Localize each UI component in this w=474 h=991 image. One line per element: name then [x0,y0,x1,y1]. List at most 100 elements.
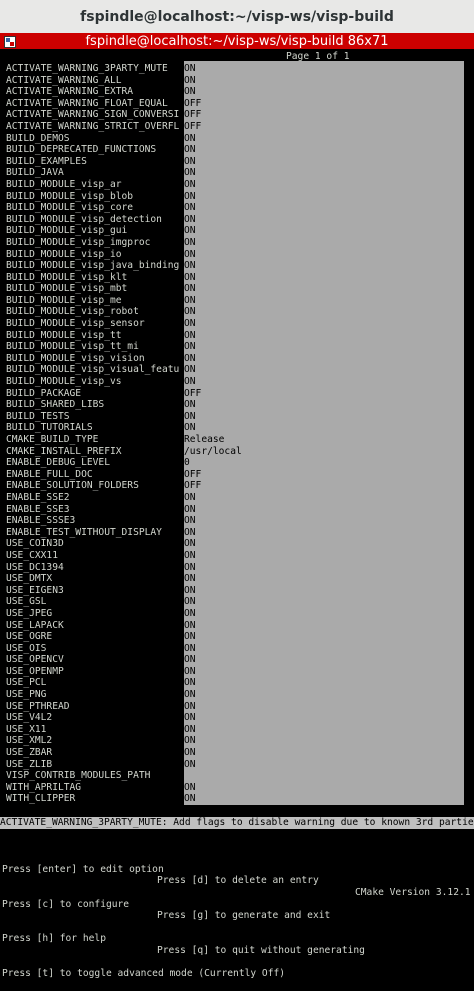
option-value[interactable]: ON [184,700,464,713]
option-value[interactable]: ON [184,225,464,237]
option-value[interactable]: Release [184,434,464,446]
option-row[interactable]: USE_GSL ON [6,596,464,608]
option-row[interactable]: USE_XML2 ON [6,735,464,748]
option-row[interactable]: ACTIVATE_WARNING_FLOAT_EQUAL OFF [6,97,464,110]
option-row[interactable]: CMAKE_INSTALL_PREFIX/usr/local [6,445,464,458]
option-row[interactable]: BUILD_MODULE_visp_tt_mi ON [6,341,464,353]
option-row[interactable]: VISP_CONTRIB_MODULES_PATH [6,770,464,782]
option-value[interactable]: ON [184,503,464,516]
option-row[interactable]: USE_EIGEN3 ON [6,584,464,597]
option-value[interactable]: ON [184,793,464,805]
option-row[interactable]: ENABLE_FULL_DOC OFF [6,468,464,481]
option-row[interactable]: WITH_APRILTAG ON [6,781,464,794]
option-value[interactable]: ON [184,689,464,701]
option-row[interactable]: USE_OGRE ON [6,631,464,643]
option-value[interactable]: ON [184,248,464,261]
option-row[interactable]: BUILD_MODULE_visp_ar ON [6,178,464,191]
option-row[interactable]: BUILD_TESTS ON [6,410,464,423]
option-row[interactable]: BUILD_MODULE_visp_me ON [6,294,464,307]
option-row[interactable]: BUILD_MODULE_visp_io ON [6,248,464,261]
terminal-icon[interactable] [4,36,16,48]
option-row[interactable]: ENABLE_SSE2 ON [6,491,464,504]
option-row[interactable]: USE_DMTX ON [6,573,464,585]
option-value[interactable]: ON [184,422,464,434]
option-row[interactable]: ACTIVATE_WARNING_EXTRA ON [6,86,464,98]
option-row[interactable]: BUILD_MODULE_visp_robot ON [6,306,464,319]
option-row[interactable]: USE_COIN3D ON [6,538,464,550]
option-value[interactable]: ON [184,376,464,388]
option-row[interactable]: USE_OIS ON [6,642,464,655]
option-value[interactable]: ON [184,260,464,272]
option-row[interactable]: ENABLE_SSSE3 ON [6,515,464,527]
option-row[interactable]: USE_V4L2 ON [6,712,464,724]
option-value[interactable]: ON [184,619,464,632]
option-value[interactable]: ON [184,155,464,168]
option-value[interactable]: ON [184,677,464,690]
option-row[interactable]: BUILD_JAVA ON [6,167,464,179]
option-value[interactable]: OFF [184,468,464,481]
option-row[interactable]: ENABLE_TEST_WITHOUT_DISPLAY ON [6,526,464,539]
option-value[interactable]: ON [184,561,464,574]
option-row[interactable]: USE_X11 ON [6,723,464,736]
option-row[interactable]: USE_ZLIB ON [6,758,464,771]
option-row[interactable]: WITH_CLIPPER ON [6,793,464,805]
option-row[interactable]: USE_PTHREAD ON [6,700,464,713]
option-value[interactable]: ON [184,491,464,504]
option-value[interactable]: ON [184,341,464,353]
option-value[interactable]: ON [184,283,464,295]
option-value[interactable]: ON [184,271,464,284]
option-row[interactable]: ENABLE_DEBUG_LEVEL 0 [6,457,464,469]
option-value[interactable]: ON [184,63,464,75]
option-row[interactable]: BUILD_MODULE_visp_sensor ON [6,318,464,330]
option-value[interactable]: ON [184,526,464,539]
option-row[interactable]: BUILD_MODULE_visp_core ON [6,202,464,214]
option-value[interactable]: OFF [184,387,464,400]
option-value[interactable]: OFF [184,120,464,133]
option-value[interactable]: ON [184,144,464,156]
option-value[interactable]: ON [184,735,464,748]
option-row[interactable]: USE_DC1394 ON [6,561,464,574]
option-value[interactable]: ON [184,74,464,87]
option-value[interactable]: OFF [184,109,464,121]
option-row[interactable]: USE_ZBAR ON [6,747,464,759]
option-row[interactable]: ENABLE_SSE3 ON [6,503,464,516]
option-value[interactable]: ON [184,318,464,330]
option-value[interactable]: ON [184,213,464,226]
option-value[interactable]: ON [184,364,464,377]
option-row[interactable]: USE_CXX11 ON [6,549,464,562]
option-value[interactable]: ON [184,294,464,307]
option-row[interactable]: USE_PNG ON [6,689,464,701]
option-value[interactable]: ON [184,190,464,203]
option-value[interactable] [184,770,464,782]
option-row[interactable]: BUILD_MODULE_visp_mbt ON [6,283,464,295]
option-value[interactable]: ON [184,781,464,794]
option-value[interactable]: ON [184,642,464,655]
option-value[interactable]: 0 [184,457,464,469]
option-row[interactable]: USE_LAPACK ON [6,619,464,632]
option-value[interactable]: ON [184,712,464,724]
option-value[interactable]: ON [184,549,464,562]
option-value[interactable]: ON [184,410,464,423]
option-row[interactable]: ACTIVATE_WARNING_SIGN_CONVERSI OFF [6,109,464,121]
option-row[interactable]: BUILD_MODULE_visp_klt ON [6,271,464,284]
option-row[interactable]: CMAKE_BUILD_TYPE Release [6,434,464,446]
option-row[interactable]: BUILD_MODULE_visp_gui ON [6,225,464,237]
option-value[interactable]: ON [184,723,464,736]
option-row[interactable]: BUILD_MODULE_visp_tt ON [6,329,464,342]
option-row[interactable]: BUILD_TUTORIALS ON [6,422,464,434]
terminal-titlebar[interactable]: fspindle@localhost:~/visp-ws/visp-build … [0,33,474,49]
option-value[interactable]: ON [184,573,464,585]
option-row[interactable]: BUILD_MODULE_visp_blob ON [6,190,464,203]
option-row[interactable]: BUILD_MODULE_visp_vision ON [6,352,464,365]
option-value[interactable]: ON [184,654,464,666]
option-value[interactable]: /usr/local [184,445,464,458]
option-value[interactable]: ON [184,236,464,249]
option-value[interactable]: ON [184,167,464,179]
option-row[interactable]: BUILD_PACKAGE OFF [6,387,464,400]
option-row[interactable]: USE_JPEG ON [6,607,464,620]
option-row[interactable]: BUILD_EXAMPLES ON [6,155,464,168]
option-value[interactable]: ON [184,758,464,771]
option-value[interactable]: ON [184,132,464,145]
option-row[interactable]: ENABLE_SOLUTION_FOLDERS OFF [6,480,464,492]
option-row[interactable]: ACTIVATE_WARNING_3PARTY_MUTE ON [6,63,464,75]
